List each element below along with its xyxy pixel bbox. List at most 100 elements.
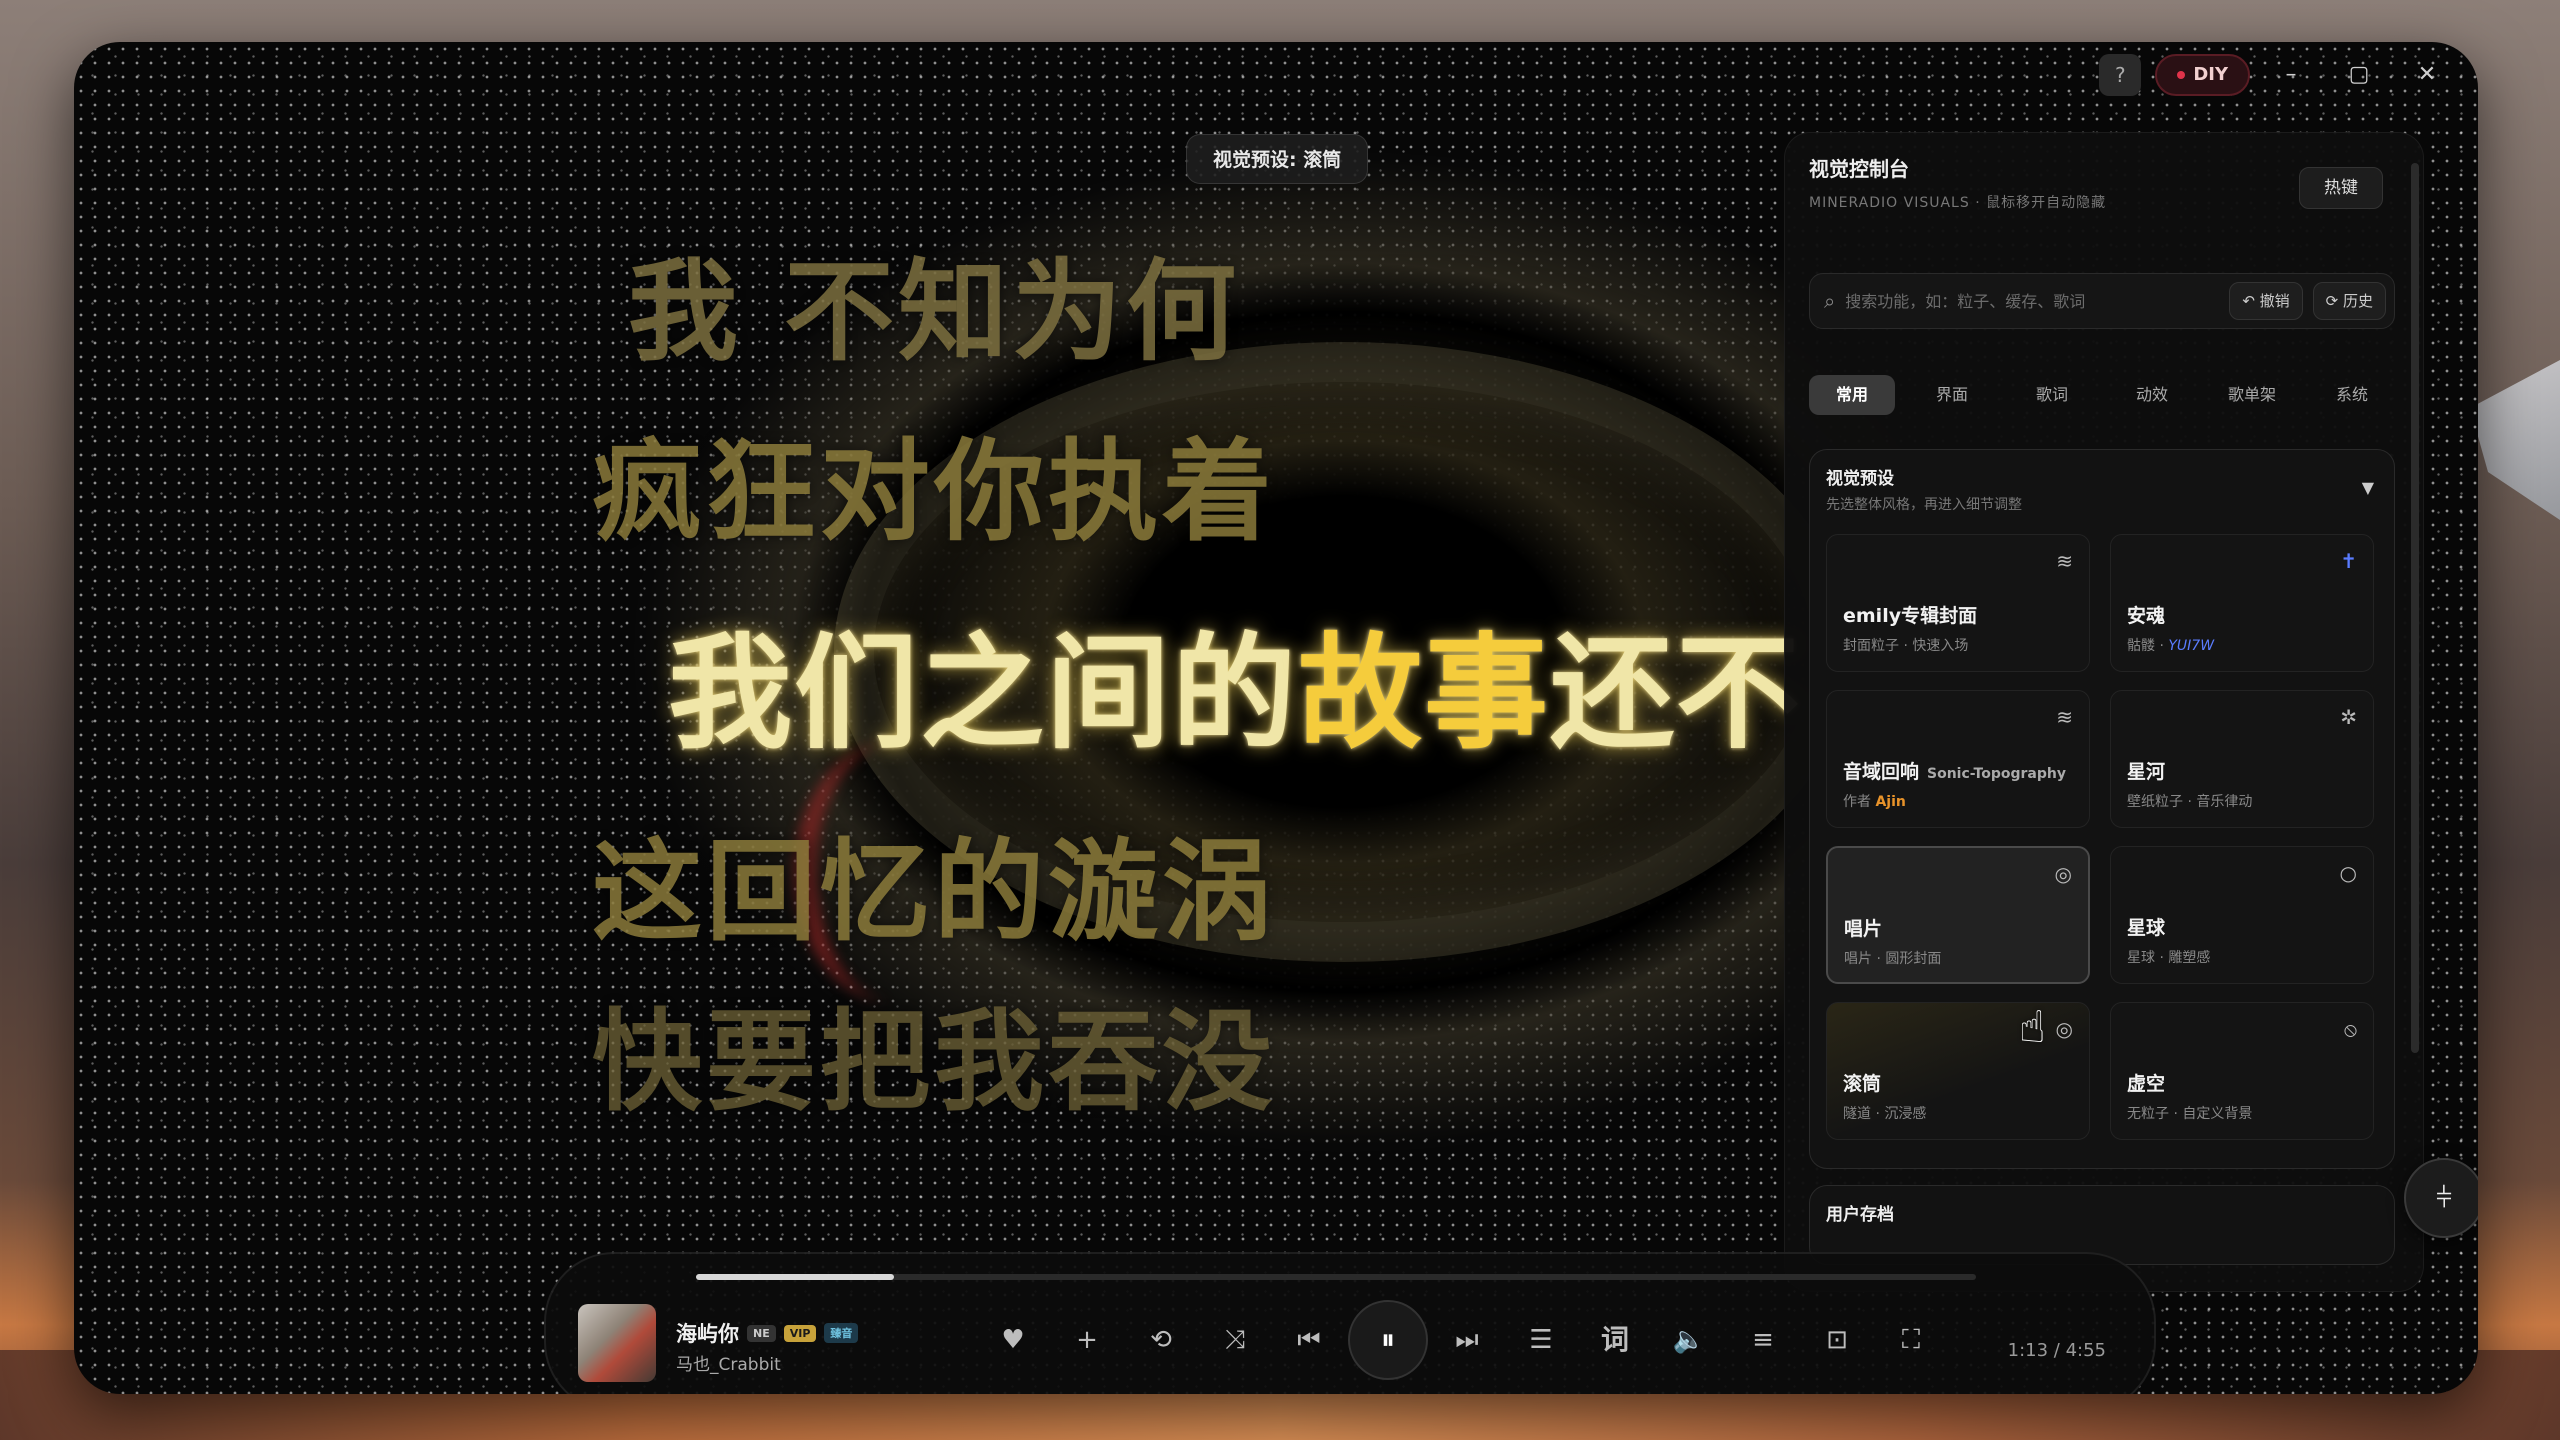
tab-system[interactable]: 系统 <box>2309 375 2395 415</box>
preset-card-void[interactable]: ⦸ 虚空 无粒子 · 自定义背景 <box>2110 1002 2374 1140</box>
void-icon: ⦸ <box>2343 1017 2357 1041</box>
previous-icon[interactable]: ⏮ <box>1272 1300 1346 1380</box>
song-title: 海屿你 <box>676 1322 739 1346</box>
background-wing <box>2470 360 2560 520</box>
preset-card-sonic-topography[interactable]: ≋ 音域回响 Sonic-Topography 作者 Ajin <box>1826 690 2090 828</box>
target-icon: ◎ <box>2055 1017 2073 1041</box>
preset-name: emily专辑封面 <box>1843 605 1978 627</box>
collapse-caret-icon[interactable]: ▼ <box>2362 478 2374 497</box>
preset-desc: 作者 Ajin <box>1843 791 1906 811</box>
preset-name: 星河 <box>2127 761 2166 783</box>
preset-name-text: 音域回响 <box>1843 761 1920 783</box>
circle-icon: ○ <box>2339 861 2357 885</box>
like-heart-icon[interactable]: ♥ <box>976 1300 1050 1380</box>
preset-indicator: 视觉预设: 滚筒 <box>1186 134 1369 184</box>
presets-subtitle: 先选整体风格，再进入细节调整 <box>1826 497 2022 513</box>
presets-title: 视觉预设 <box>1826 469 1894 489</box>
equalizer-toggle-button[interactable]: ⫩ <box>2404 1158 2478 1238</box>
ne-badge: NE <box>747 1324 776 1342</box>
preset-name: 滚筒 <box>1843 1073 1882 1095</box>
lyrics-display: 我 不知为何 疯狂对你执着 我们之间的故事还不 这回忆的漩涡 快要把我吞没 <box>74 42 1800 1394</box>
lyric-line-prev-1: 疯狂对你执着 <box>592 428 1276 556</box>
preset-card-emily[interactable]: ≋ emily专辑封面 封面粒子 · 快速入场 <box>1826 534 2090 672</box>
tab-lyrics[interactable]: 歌词 <box>2009 375 2095 415</box>
screenshot-icon[interactable]: ⊡ <box>1800 1300 1874 1380</box>
preset-card-tunnel[interactable]: ◎ 滚筒 隧道 · 沉浸感 <box>1826 1002 2090 1140</box>
close-button[interactable]: ✕ <box>2400 54 2454 96</box>
visual-presets-section: 视觉预设 先选整体风格，再进入细节调整 ▼ ≋ emily专辑封面 封面粒子 ·… <box>1809 449 2395 1169</box>
volume-icon[interactable]: 🔈 <box>1652 1300 1726 1380</box>
tab-common[interactable]: 常用 <box>1809 375 1895 415</box>
diy-label: DIY <box>2193 64 2228 85</box>
panel-title: 视觉控制台 <box>1809 157 1909 181</box>
quality-badge: 臻音 <box>824 1323 859 1343</box>
preset-desc: 壁纸粒子 · 音乐律动 <box>2127 794 2253 810</box>
pause-button[interactable]: ⏸ <box>1348 1300 1428 1380</box>
panel-scrollbar[interactable] <box>2411 163 2419 1053</box>
diy-button[interactable]: DIY <box>2155 54 2250 96</box>
lyric-line-prev-2: 我 不知为何 <box>627 248 1241 376</box>
lyric-line-next-1: 这回忆的漩涡 <box>592 828 1276 956</box>
tab-interface[interactable]: 界面 <box>1909 375 1995 415</box>
next-icon[interactable]: ⏭ <box>1430 1300 1504 1380</box>
shuffle-icon[interactable]: ⤨ <box>1198 1300 1272 1380</box>
history-button[interactable]: ⟳ 历史 <box>2312 282 2386 320</box>
preset-card-planet[interactable]: ○ 星球 星球 · 雕塑感 <box>2110 846 2374 984</box>
help-button[interactable]: ? <box>2099 54 2142 96</box>
preset-desc: 隧道 · 沉浸感 <box>1843 1106 1927 1122</box>
preset-grid: ≋ emily专辑封面 封面粒子 · 快速入场 ✝ 安魂 骷髅 · YUI7W … <box>1826 534 2380 1140</box>
cross-icon: ✝ <box>2340 549 2357 573</box>
preset-name: 星球 <box>2127 917 2166 939</box>
preset-name: 音域回响 Sonic-Topography <box>1843 757 2066 784</box>
artist-name[interactable]: 马也_Crabbit <box>676 1350 781 1375</box>
add-icon[interactable]: + <box>1050 1300 1124 1380</box>
lyric-current-highlight: 故事 <box>1298 622 1551 766</box>
preset-name-en: Sonic-Topography <box>1927 766 2066 782</box>
search-bar: ⌕ ↶ 撤销 ⟳ 历史 <box>1809 273 2395 329</box>
galaxy-icon: ✲ <box>2340 705 2357 729</box>
preset-desc: 封面粒子 · 快速入场 <box>1843 638 1969 654</box>
app-window: 我 不知为何 疯狂对你执着 我们之间的故事还不 这回忆的漩涡 快要把我吞没 视觉… <box>74 42 2478 1394</box>
preset-desc: 唱片 · 圆形封面 <box>1844 951 1942 967</box>
preset-author: Ajin <box>1875 794 1906 810</box>
fullscreen-icon[interactable]: ⛶ <box>1874 1300 1948 1380</box>
tab-effects[interactable]: 动效 <box>2109 375 2195 415</box>
preset-card-galaxy[interactable]: ✲ 星河 壁纸粒子 · 音乐律动 <box>2110 690 2374 828</box>
diy-dot-icon <box>2177 71 2186 79</box>
progress-bar[interactable] <box>696 1274 1976 1280</box>
search-icon: ⌕ <box>1824 289 1836 313</box>
undo-button[interactable]: ↶ 撤销 <box>2229 282 2303 320</box>
preset-desc: 无粒子 · 自定义背景 <box>2127 1106 2253 1122</box>
equalizer-icon[interactable]: ≡ <box>1726 1300 1800 1380</box>
waves-icon: ≋ <box>2056 549 2073 573</box>
album-cover[interactable] <box>578 1304 656 1382</box>
preset-desc-text: 骷髅 · <box>2127 638 2169 654</box>
lyric-current-rest: 还不 <box>1550 622 1803 766</box>
preset-name: 安魂 <box>2127 605 2166 627</box>
preset-desc-accent: YUI7W <box>2168 638 2215 654</box>
preset-name: 唱片 <box>1844 918 1883 940</box>
playlist-icon[interactable]: ☰ <box>1504 1300 1578 1380</box>
vip-badge: VIP <box>783 1324 817 1342</box>
tab-playlist-shelf[interactable]: 歌单架 <box>2209 375 2295 415</box>
visual-control-panel: 视觉控制台 MINERADIO VISUALS · 鼠标移开自动隐藏 热键 ⌕ … <box>1784 132 2424 1292</box>
preset-name: 虚空 <box>2127 1073 2166 1095</box>
repeat-icon[interactable]: ⟲ <box>1124 1300 1198 1380</box>
preset-desc: 星球 · 雕塑感 <box>2127 950 2211 966</box>
preset-card-vinyl[interactable]: ◎ 唱片 唱片 · 圆形封面 <box>1826 846 2090 984</box>
lyric-line-next-2: 快要把我吞没 <box>592 998 1276 1126</box>
panel-tabs: 常用 界面 歌词 动效 歌单架 系统 <box>1809 375 2395 415</box>
preset-card-anhun[interactable]: ✝ 安魂 骷髅 · YUI7W <box>2110 534 2374 672</box>
playback-controls: ♥ + ⟲ ⤨ ⏮ ⏸ ⏭ ☰ 词 🔈 ≡ ⊡ ⛶ <box>976 1300 1948 1380</box>
hotkey-button[interactable]: 热键 <box>2299 167 2383 209</box>
maximize-button[interactable]: ▢ <box>2332 54 2386 96</box>
title-bar: ? DIY – ▢ ✕ <box>2099 54 2454 96</box>
minimize-button[interactable]: – <box>2264 54 2318 96</box>
lyric-line-current: 我们之间的故事还不 <box>668 592 1802 772</box>
search-input[interactable] <box>1845 291 2220 311</box>
lyrics-toggle-button[interactable]: 词 <box>1578 1300 1652 1380</box>
waves-icon: ≋ <box>2056 705 2073 729</box>
record-icon: ◎ <box>2054 862 2072 886</box>
preset-desc-text: 作者 <box>1843 794 1876 810</box>
hand-cursor-icon: ☝ <box>2019 1002 2046 1053</box>
